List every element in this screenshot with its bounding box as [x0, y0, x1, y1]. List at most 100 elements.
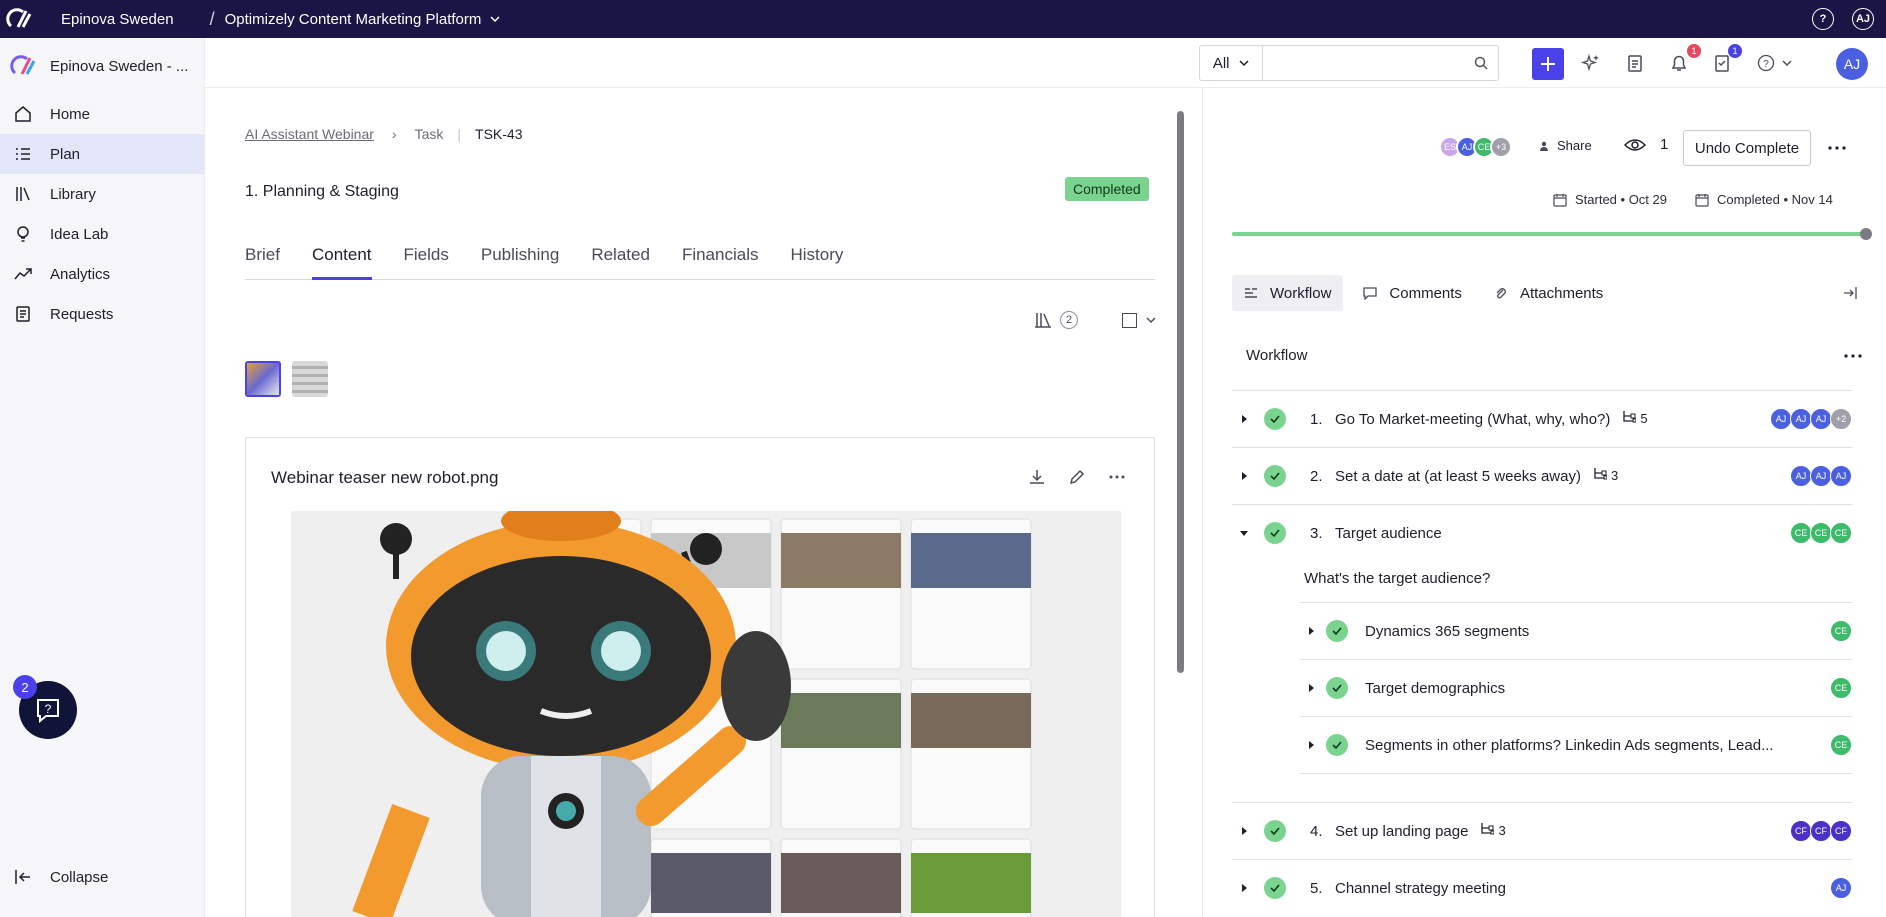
sidebar-item-analytics[interactable]: Analytics — [0, 254, 204, 294]
create-button[interactable] — [1532, 48, 1564, 80]
sidebar-item-idea-lab[interactable]: Idea Lab — [0, 214, 204, 254]
tab-related[interactable]: Related — [591, 238, 650, 279]
tab-brief[interactable]: Brief — [245, 238, 280, 279]
sidebar-item-requests[interactable]: Requests — [0, 294, 204, 334]
caret-right-icon[interactable] — [1239, 880, 1249, 897]
caret-down-icon[interactable] — [1239, 525, 1249, 542]
watchers-button[interactable]: 1 — [1624, 136, 1668, 153]
org-name[interactable]: Epinova Sweden — [61, 11, 174, 28]
workflow-step[interactable]: 2. Set a date at (at least 5 weeks away) 3… — [1232, 447, 1852, 504]
collapse-label: Collapse — [50, 868, 109, 886]
step-complete-check-icon[interactable] — [1326, 620, 1348, 642]
scrollbar-thumb[interactable] — [1177, 111, 1184, 673]
status-badge: Completed — [1065, 177, 1149, 201]
help-icon[interactable]: ? — [1812, 8, 1834, 30]
step-complete-check-icon[interactable] — [1264, 465, 1286, 487]
more-icon[interactable] — [1108, 468, 1126, 486]
help-menu-icon[interactable]: ? — [1755, 51, 1795, 75]
optimizely-logo-icon[interactable] — [0, 0, 38, 38]
task-title[interactable]: 1. Planning & Staging — [245, 183, 399, 201]
caret-right-icon[interactable] — [1306, 737, 1316, 754]
workflow-step[interactable]: 3. Target audience CE CE CE — [1232, 504, 1852, 561]
workspace-switcher[interactable]: Epinova Sweden - ... — [0, 38, 204, 94]
asset-library-button[interactable]: 2 — [1034, 311, 1078, 329]
eye-icon — [1624, 138, 1646, 151]
breadcrumb-type: Task — [414, 126, 444, 142]
start-date-label: Started • Oct 29 — [1575, 192, 1667, 207]
step-complete-check-icon[interactable] — [1264, 522, 1286, 544]
app-switcher[interactable]: Optimizely Content Marketing Platform — [225, 11, 502, 28]
tab-fields[interactable]: Fields — [404, 238, 449, 279]
ai-sparkle-icon[interactable] — [1579, 51, 1603, 75]
breadcrumb-project-link[interactable]: AI Assistant Webinar — [245, 126, 374, 142]
step-complete-check-icon[interactable] — [1264, 408, 1286, 430]
user-avatar-menu[interactable]: AJ — [1836, 48, 1868, 80]
asset-thumbnail[interactable] — [245, 361, 281, 397]
more-icon[interactable] — [1827, 138, 1847, 158]
step-complete-check-icon[interactable] — [1326, 734, 1348, 756]
sidebar-item-library[interactable]: Library — [0, 174, 204, 214]
assignee-avatars[interactable]: AJ — [1830, 877, 1852, 899]
workflow-substep[interactable]: Dynamics 365 segments CE — [1300, 602, 1852, 659]
more-icon[interactable] — [1843, 346, 1863, 366]
start-date[interactable]: Started • Oct 29 — [1553, 192, 1667, 207]
checkbox[interactable] — [1122, 312, 1137, 328]
search-scope-value: All — [1212, 54, 1230, 72]
sidebar-item-plan[interactable]: Plan — [0, 134, 204, 174]
assignee-avatar[interactable]: CE — [1830, 677, 1852, 699]
assignee-avatars[interactable]: AJ AJ AJ — [1790, 465, 1852, 487]
trend-icon — [14, 268, 32, 280]
asset-thumbnail[interactable] — [292, 361, 328, 397]
caret-right-icon[interactable] — [1239, 468, 1249, 485]
share-button[interactable]: Share — [1539, 138, 1592, 153]
sidebar-item-label: Requests — [50, 305, 114, 323]
caret-right-icon[interactable] — [1306, 680, 1316, 697]
tab-attachments[interactable]: Attachments — [1482, 275, 1615, 311]
tab-comments[interactable]: Comments — [1351, 275, 1474, 311]
workflow-step[interactable]: 4. Set up landing page 3 CF CF CF — [1232, 802, 1852, 859]
workflow-substep[interactable]: Target demographics CE — [1300, 659, 1852, 716]
clipboard-icon[interactable] — [1623, 51, 1647, 75]
comment-icon — [1363, 287, 1378, 300]
step-name-text: Channel strategy meeting — [1335, 879, 1506, 897]
search-scope-select[interactable]: All — [1200, 46, 1264, 80]
assignee-avatars[interactable]: AJ AJ AJ +2 — [1770, 408, 1852, 430]
select-all-dropdown[interactable] — [1122, 312, 1157, 328]
workflow-substep[interactable]: Segments in other platforms? Linkedin Ad… — [1300, 716, 1852, 773]
workflow-step[interactable]: 1. Go To Market-meeting (What, why, who?)… — [1232, 390, 1852, 447]
completed-date[interactable]: Completed • Nov 14 — [1695, 192, 1833, 207]
caret-right-icon[interactable] — [1239, 411, 1249, 428]
tab-history[interactable]: History — [790, 238, 843, 279]
tab-financials[interactable]: Financials — [682, 238, 759, 279]
collaborator-avatar: +3 — [1490, 136, 1512, 158]
workflow-step[interactable]: 5. Channel strategy meeting AJ — [1232, 859, 1852, 916]
collapse-sidebar-button[interactable]: Collapse — [14, 868, 108, 886]
user-avatar[interactable]: AJ — [1852, 8, 1874, 30]
tab-content[interactable]: Content — [311, 238, 372, 280]
collapse-panel-icon[interactable] — [1843, 286, 1857, 300]
assignee-avatar[interactable]: CE — [1830, 734, 1852, 756]
caret-right-icon[interactable] — [1239, 823, 1249, 840]
content-scrollbar[interactable] — [1175, 95, 1185, 917]
assignee-avatars[interactable]: CF CF CF — [1790, 820, 1852, 842]
subtask-icon — [1480, 822, 1495, 839]
collaborator-avatars[interactable]: ES AJ CE +3 — [1439, 136, 1512, 158]
undo-complete-button[interactable]: Undo Complete — [1683, 130, 1811, 166]
assignee-avatar[interactable]: CE — [1830, 620, 1852, 642]
caret-right-icon[interactable] — [1306, 623, 1316, 640]
sidebar-item-home[interactable]: Home — [0, 94, 204, 134]
step-complete-check-icon[interactable] — [1264, 820, 1286, 842]
tab-workflow[interactable]: Workflow — [1232, 275, 1344, 311]
step-complete-check-icon[interactable] — [1264, 877, 1286, 899]
assignee-avatars[interactable]: CE CE CE — [1790, 522, 1852, 544]
search-input[interactable] — [1263, 46, 1465, 80]
search-icon[interactable] — [1464, 46, 1498, 80]
chevron-down-icon — [1238, 60, 1249, 67]
sidebar-item-label: Plan — [50, 145, 81, 163]
sidebar-item-label: Library — [50, 185, 96, 203]
step-complete-check-icon[interactable] — [1326, 677, 1348, 699]
progress-handle[interactable] — [1860, 228, 1872, 240]
edit-icon[interactable] — [1068, 468, 1086, 486]
download-icon[interactable] — [1028, 468, 1046, 486]
tab-publishing[interactable]: Publishing — [481, 238, 559, 279]
